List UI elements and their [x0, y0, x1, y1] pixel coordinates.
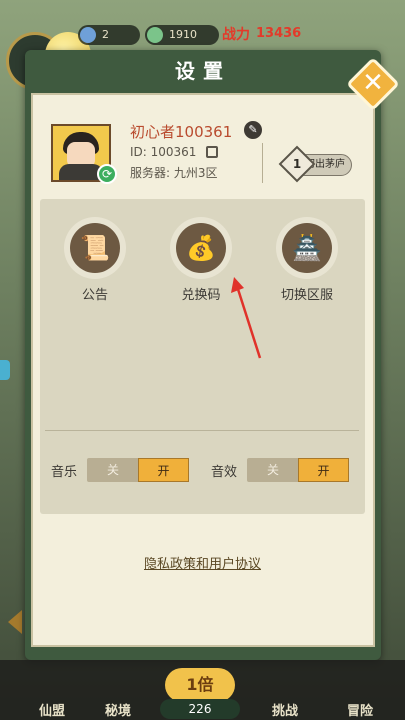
rank-number: 1: [292, 157, 302, 171]
privacy-policy-link[interactable]: 隐私政策和用户协议: [0, 553, 405, 572]
annotation-arrow: [231, 277, 262, 359]
sfx-off-option[interactable]: 关: [247, 458, 299, 482]
nav-adventure[interactable]: 冒险: [330, 700, 390, 719]
panel-divider: [45, 430, 359, 431]
nav-challenge[interactable]: 挑战: [255, 700, 315, 719]
announcement-button[interactable]: 📜: [64, 217, 126, 279]
edit-name-icon[interactable]: ✎: [244, 121, 262, 139]
resource-1-value: 2: [102, 28, 109, 41]
arrow-shaft: [235, 285, 262, 359]
side-event-icon[interactable]: [0, 360, 10, 380]
player-name: 初心者100361: [130, 123, 233, 141]
music-toggle[interactable]: 关 开: [87, 458, 189, 482]
announcement-label: 公告: [81, 288, 108, 303]
resource-2-value: 1910: [169, 28, 197, 41]
power-value: 13436: [256, 26, 302, 41]
player-server: 服务器: 九州3区: [130, 166, 218, 180]
gem-icon: [80, 27, 96, 43]
close-icon[interactable]: ✕: [354, 65, 392, 103]
nav-secret-realm[interactable]: 秘境: [88, 700, 148, 719]
nav-alliance[interactable]: 仙盟: [22, 700, 82, 719]
sfx-toggle[interactable]: 关 开: [247, 458, 349, 482]
music-on-option[interactable]: 开: [138, 458, 189, 482]
sfx-on-option[interactable]: 开: [298, 458, 349, 482]
profile-divider: [262, 143, 263, 183]
jade-icon: [147, 27, 163, 43]
switch-server-label: 切换区服: [280, 288, 333, 303]
money-bag-icon: 💰: [176, 223, 226, 273]
copy-id-icon[interactable]: [206, 146, 218, 158]
speed-multiplier-badge[interactable]: 1倍: [165, 668, 235, 702]
modal-title: 设置: [175, 59, 231, 83]
center-count: 226: [160, 699, 240, 719]
swap-avatar-icon[interactable]: ⟳: [97, 164, 117, 184]
music-off-option[interactable]: 关: [87, 458, 139, 482]
combat-power: 战力 13436: [222, 22, 302, 48]
building-icon: 🏯: [282, 223, 332, 273]
resource-pill-1: 2: [78, 25, 140, 45]
music-label: 音乐: [51, 465, 78, 480]
scroll-icon: 📜: [70, 223, 120, 273]
left-arrow-icon[interactable]: [8, 610, 22, 634]
power-label: 战力: [222, 27, 250, 43]
sfx-label: 音效: [211, 465, 238, 480]
switch-server-button[interactable]: 🏯: [276, 217, 338, 279]
redeem-code-button[interactable]: 💰: [170, 217, 232, 279]
player-id: ID: 100361: [130, 145, 197, 159]
resource-pill-2: 1910: [145, 25, 219, 45]
